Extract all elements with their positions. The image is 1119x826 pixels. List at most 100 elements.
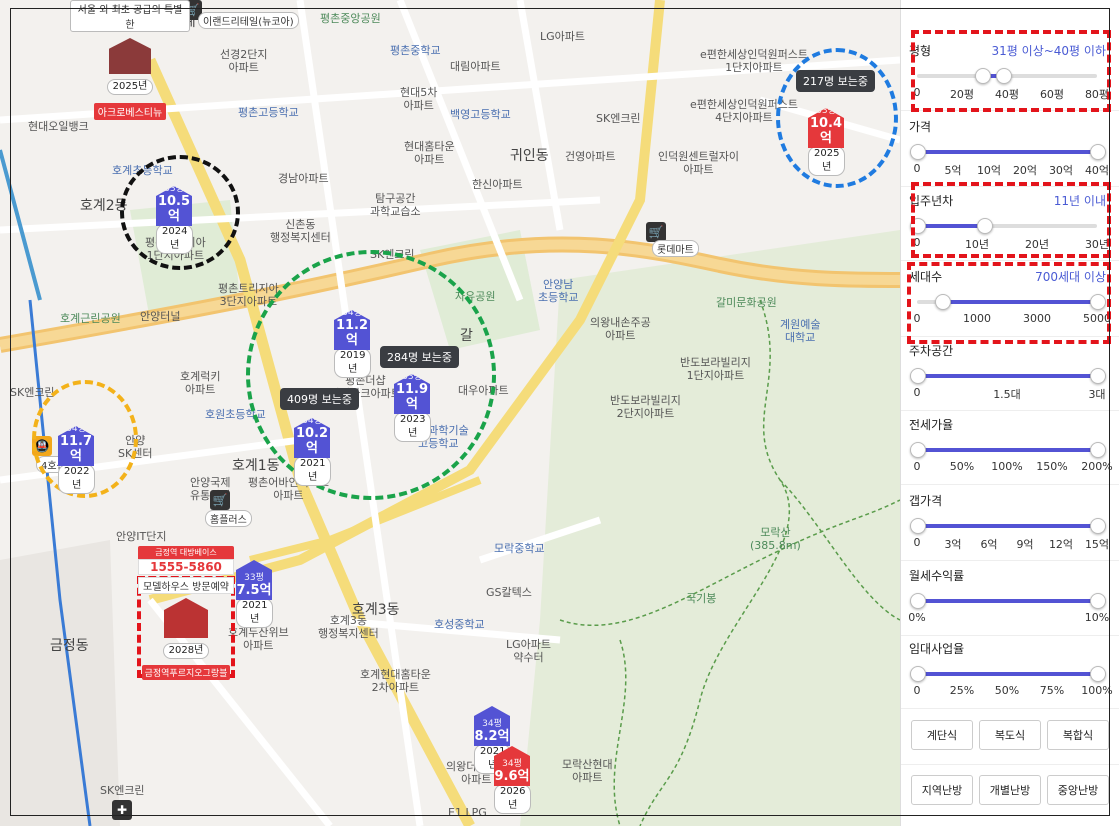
slider-min-handle[interactable] [910,144,926,160]
range-slider[interactable] [910,442,1106,458]
price-pin[interactable]: 33평 7.5억 2021년 [236,560,274,628]
area-label: 금정동 [50,638,89,654]
place-label: LG아파트 약수터 [506,638,552,664]
place-label: 대림아파트 [450,60,501,73]
pin-price: 10.5억 [157,194,191,224]
slider-min-handle[interactable] [910,518,926,534]
pin-house[interactable]: 33평 7.5억 [236,560,272,600]
price-pin[interactable]: 34평 11.7억 2022년 [58,426,96,494]
pin-house[interactable]: 34평 11.2억 [334,310,370,350]
slider-max-handle[interactable] [1090,593,1106,609]
price-pin[interactable]: 34평 10.2억 2021년 [294,418,332,486]
filter-title: 갭가격 [909,494,943,508]
pin-pyeong: 34평 [502,759,522,769]
place-label: 안양터널 [140,310,181,323]
slider-tick-label: 150% [1036,460,1068,473]
promo-name: 아크로베스티뉴 [93,103,167,120]
slider-min-handle[interactable] [910,666,926,682]
place-label: E1 LPG [448,806,487,819]
pin-house[interactable]: 34평 11.7억 [58,426,94,466]
slider-tick-label: 25% [949,684,975,697]
place-label: 계원예술 대학교 [780,318,821,344]
range-slider[interactable] [910,593,1106,609]
slider-tick-label: 15억 [1084,538,1110,551]
slider-tick-label: 40억 [1084,164,1110,177]
slider-tick-label: 1.5대 [993,388,1021,401]
map-view[interactable]: 호계2동 귀인동 호계1동 호계3동 금정동 갈 범계 평촌중앙공원 LG아파트… [0,0,900,826]
filter-title: 임대사업율 [909,642,965,656]
slider-min-handle[interactable] [910,593,926,609]
district-heating-button[interactable]: 지역난방 [911,775,973,805]
place-label: 반도보라빌리지 1단지아파트 [680,356,751,382]
slider-max-handle[interactable] [1090,666,1106,682]
slider-tick-label: 75% [1039,684,1065,697]
pin-house[interactable]: 33평 10.5억 [156,186,192,226]
building-thumbnail [109,38,151,74]
promo-header: 금정역 대방베이스 [138,546,234,559]
pin-price: 9.6억 [494,769,530,784]
place-label: 호계현대홈타운 2차아파트 [360,668,431,694]
slider-max-handle[interactable] [1090,518,1106,534]
slider-tick-label: 5억 [944,164,962,177]
slider-max-handle[interactable] [1090,144,1106,160]
place-label: 한신아파트 [472,178,523,191]
slider-tick-label: 50% [949,460,975,473]
mixed-type-button[interactable]: 복합식 [1047,720,1109,750]
promo-marker[interactable]: 서울 외 최초 공급의 특별한 2025년 아크로베스티뉴 [70,0,190,120]
shop-icon[interactable]: 🛒 [210,490,230,510]
store-label[interactable]: 롯데마트 [652,240,699,257]
range-slider[interactable] [910,368,1106,384]
slider-max-handle[interactable] [1090,442,1106,458]
place-label: 신촌동 행정복지센터 [270,218,331,244]
range-slider[interactable] [910,518,1106,534]
promo-marker[interactable]: 금정역 대방베이스 1555-5860 모델하우스 방문예약 2028년 금정역… [138,546,234,680]
price-pin[interactable]: 33평 10.5억 2024년 [156,186,194,254]
range-slider[interactable] [910,144,1106,160]
store-label[interactable]: 홈플러스 [205,510,252,527]
place-label: 현대5차 아파트 [400,86,438,112]
pin-house[interactable]: 34평 9.6억 [494,746,530,786]
corridor-type-button[interactable]: 복도식 [979,720,1041,750]
pin-house[interactable]: 34평 10.2억 [294,418,330,458]
stair-type-button[interactable]: 계단식 [911,720,973,750]
area-label: 호계1동 [232,458,280,474]
pin-price: 10.2억 [295,426,329,456]
pin-pyeong: 34평 [66,424,86,434]
place-label: 모락산현대 아파트 [562,758,613,784]
slider-max-handle[interactable] [1090,368,1106,384]
viewer-badge: 409명 보는중 [280,388,359,410]
place-label: LG아파트 [540,30,586,43]
price-pin[interactable]: 33평 10.4억 2025년 [808,108,846,176]
store-label[interactable]: 이랜드리테일(뉴코아) [198,12,299,29]
pin-year: 2026년 [494,784,532,814]
slider-min-handle[interactable] [910,442,926,458]
slider-fill [917,599,1097,603]
slider-tick-label: 100% [991,460,1023,473]
pin-pyeong: 33평 [164,184,184,194]
slider-min-handle[interactable] [910,368,926,384]
price-pin[interactable]: 33평 11.9억 2023년 [394,374,432,442]
promo-sub: 모델하우스 방문예약 [138,577,234,594]
place-label: GS칼텍스 [486,586,532,599]
filter-title: 가격 [909,120,932,134]
place-label: 의왕내손주공 아파트 [590,316,651,342]
highlight-box [907,262,1111,344]
individual-heating-button[interactable]: 개별난방 [979,775,1041,805]
slider-tick-label: 9억 [1016,538,1034,551]
hospital-icon[interactable]: ✚ [112,800,132,820]
pin-house[interactable]: 33평 10.4억 [808,108,844,148]
price-pin[interactable]: 34평 11.2억 2019년 [334,310,372,378]
slider-fill [917,524,1097,528]
range-slider[interactable] [910,666,1106,682]
place-label: 안양IT단지 [116,530,167,543]
place-label: 안양남 초등학교 [538,278,579,304]
place-label: 인덕원센트럴자이 아파트 [658,150,739,176]
viewer-badge: 217명 보는중 [796,70,875,92]
pin-house[interactable]: 33평 11.9억 [394,374,430,414]
central-heating-button[interactable]: 중앙난방 [1047,775,1109,805]
pin-pyeong: 34평 [482,719,502,729]
place-label: 반도보라빌리지 2단지아파트 [610,394,681,420]
pin-house[interactable]: 34평 8.2억 [474,706,510,746]
price-pin[interactable]: 34평 9.6억 2026년 [494,746,532,814]
shop-icon[interactable]: 🛒 [646,222,666,242]
